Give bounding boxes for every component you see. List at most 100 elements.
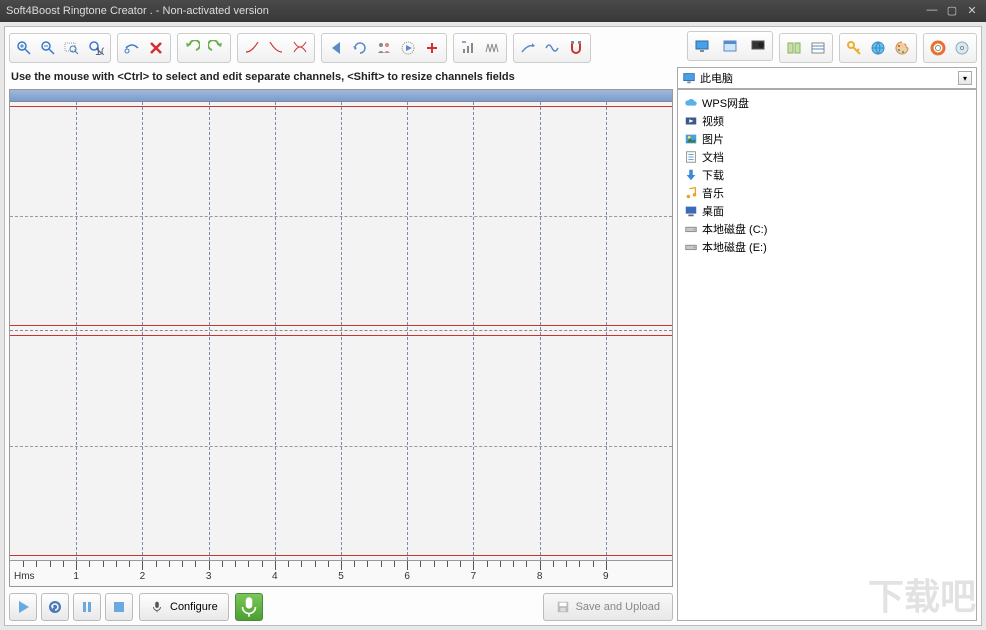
monitor-icon[interactable] — [690, 34, 714, 58]
normalize-button[interactable] — [480, 36, 504, 60]
add-marker-button[interactable] — [420, 36, 444, 60]
zoom-in-button[interactable] — [12, 36, 36, 60]
time-ruler[interactable]: Hms 123456789 — [10, 560, 672, 586]
lifesaver-icon[interactable] — [926, 36, 950, 60]
tree-item-label: 本地磁盘 (E:) — [702, 239, 767, 255]
pause-button[interactable] — [73, 593, 101, 621]
tree-item-label: 图片 — [702, 131, 724, 147]
layout-group — [779, 33, 833, 63]
undo-button[interactable] — [180, 36, 204, 60]
tree-item-label: 视频 — [702, 113, 724, 129]
tree-item[interactable]: 视频 — [680, 112, 974, 130]
layout-split-button[interactable] — [782, 36, 806, 60]
tick-label: 1 — [73, 571, 79, 582]
configure-label: Configure — [170, 601, 218, 613]
zoom-out-button[interactable] — [36, 36, 60, 60]
file-tree[interactable]: WPS网盘视频图片文档下载音乐桌面本地磁盘 (C:) 本地磁盘 (E:) — [677, 89, 977, 621]
gridline — [540, 102, 541, 560]
zoom-group: 10x — [9, 33, 111, 63]
tree-item-label: 音乐 — [702, 185, 724, 201]
tree-item[interactable]: 音乐 — [680, 184, 974, 202]
window-icon[interactable] — [718, 34, 742, 58]
location-combo[interactable]: 此电脑 ▾ — [677, 67, 977, 89]
hint-text: Use the mouse with <Ctrl> to select and … — [9, 67, 673, 89]
volume-down-button[interactable] — [456, 36, 480, 60]
redo-button[interactable] — [204, 36, 228, 60]
tree-item-label: 文档 — [702, 149, 724, 165]
tree-item-label: 下载 — [702, 167, 724, 183]
waveform-header[interactable] — [10, 90, 672, 102]
loop-button[interactable] — [41, 593, 69, 621]
zoom-selection-button[interactable] — [60, 36, 84, 60]
people-button[interactable] — [372, 36, 396, 60]
maximize-button[interactable]: ▢ — [944, 4, 960, 18]
cut-lasso-button[interactable] — [120, 36, 144, 60]
save-upload-label: Save and Upload — [576, 601, 660, 613]
play-button[interactable] — [9, 593, 37, 621]
fade-group — [237, 33, 315, 63]
gridline — [76, 102, 77, 560]
volume-group — [453, 33, 507, 63]
tree-item[interactable]: 本地磁盘 (E:) — [680, 238, 974, 256]
floppy-icon — [556, 600, 570, 614]
delete-button[interactable] — [144, 36, 168, 60]
globe-icon[interactable] — [866, 36, 890, 60]
crossfade-button[interactable] — [288, 36, 312, 60]
magnet-button[interactable] — [564, 36, 588, 60]
cloud-icon — [684, 96, 698, 110]
tick-label: 7 — [471, 571, 477, 582]
gridline — [606, 102, 607, 560]
layout-list-button[interactable] — [806, 36, 830, 60]
close-button[interactable]: ✕ — [964, 4, 980, 18]
tree-item[interactable]: 图片 — [680, 130, 974, 148]
repeat-button[interactable] — [348, 36, 372, 60]
fade-in-button[interactable] — [240, 36, 264, 60]
record-button[interactable] — [235, 593, 263, 621]
tree-item-label: 桌面 — [702, 203, 724, 219]
microphone-icon — [150, 600, 164, 614]
dark-monitor-icon[interactable] — [746, 34, 770, 58]
tick-label: 6 — [404, 571, 410, 582]
settings-group — [839, 33, 917, 63]
disc-icon[interactable] — [950, 36, 974, 60]
tools-group — [513, 33, 591, 63]
gridline — [407, 102, 408, 560]
gridline — [473, 102, 474, 560]
tree-item[interactable]: 文档 — [680, 148, 974, 166]
download-icon — [684, 168, 698, 182]
view-group — [687, 31, 773, 61]
tree-item-label: 本地磁盘 (C:) — [702, 221, 767, 237]
gridline — [142, 102, 143, 560]
stop-button[interactable] — [105, 593, 133, 621]
drive-icon — [684, 240, 698, 254]
tree-item[interactable]: WPS网盘 — [680, 94, 974, 112]
tree-item[interactable]: 本地磁盘 (C:) — [680, 220, 974, 238]
export-button[interactable] — [516, 36, 540, 60]
preview-play-button[interactable] — [396, 36, 420, 60]
chevron-updown-icon[interactable]: ▾ — [958, 71, 972, 85]
play-group — [321, 33, 447, 63]
save-upload-button[interactable]: Save and Upload — [543, 593, 673, 621]
tick-label: 4 — [272, 571, 278, 582]
fade-out-button[interactable] — [264, 36, 288, 60]
title-bar: Soft4Boost Ringtone Creator . - Non-acti… — [0, 0, 986, 22]
video-icon — [684, 114, 698, 128]
window-title: Soft4Boost Ringtone Creator . - Non-acti… — [6, 5, 920, 17]
configure-button[interactable]: Configure — [139, 593, 229, 621]
tick-label: 5 — [338, 571, 344, 582]
key-icon[interactable] — [842, 36, 866, 60]
rewind-button[interactable] — [324, 36, 348, 60]
tree-item[interactable]: 桌面 — [680, 202, 974, 220]
tree-item-label: WPS网盘 — [702, 95, 749, 111]
waveform-editor[interactable]: Hms 123456789 — [9, 89, 673, 587]
time-unit-label: Hms — [14, 571, 35, 582]
minimize-button[interactable]: — — [924, 4, 940, 18]
tree-item[interactable]: 下载 — [680, 166, 974, 184]
edit-group — [117, 33, 171, 63]
palette-icon[interactable] — [890, 36, 914, 60]
wave-tool-button[interactable] — [540, 36, 564, 60]
tick-label: 3 — [206, 571, 212, 582]
drive-icon — [684, 222, 698, 236]
gridline — [341, 102, 342, 560]
zoom-100-button[interactable]: 10x — [84, 36, 108, 60]
